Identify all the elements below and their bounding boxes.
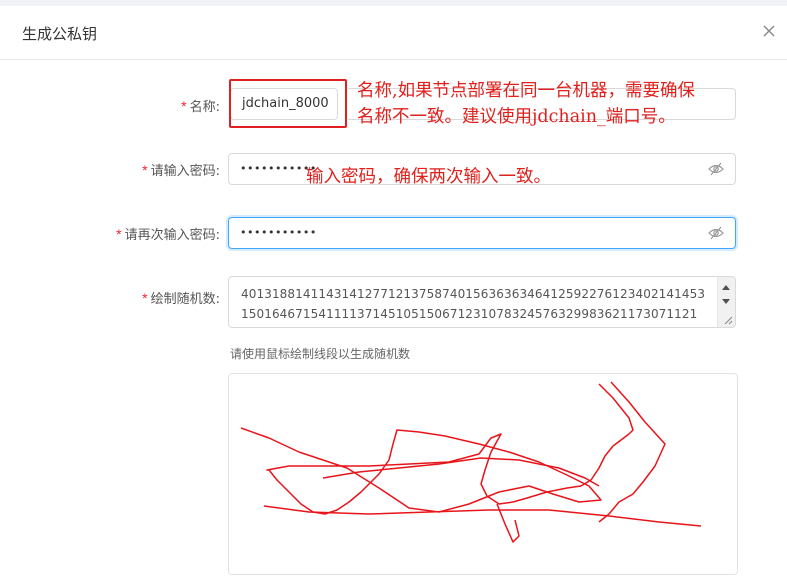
eye-invisible-icon[interactable] bbox=[708, 226, 724, 240]
resize-handle-icon[interactable] bbox=[723, 315, 733, 325]
required-mark: * bbox=[142, 290, 148, 306]
password-label-text: 请输入密码: bbox=[150, 164, 220, 179]
name-label: * 名称: bbox=[181, 96, 220, 115]
random-label: * 绘制随机数: bbox=[142, 288, 220, 307]
password-confirm-input[interactable]: ••••••••••• bbox=[228, 217, 736, 249]
dialog-header: 生成公私钥 bbox=[0, 6, 787, 60]
random-textarea[interactable]: 4013188141143141277121375874015636363464… bbox=[228, 276, 736, 328]
annotation-highlight-box bbox=[229, 79, 347, 128]
dialog-title: 生成公私钥 bbox=[22, 25, 98, 43]
password-label: * 请输入密码: bbox=[142, 160, 220, 179]
annotation-name-line2: 名称不一致。建议使用jdchain_端口号。 bbox=[357, 107, 676, 127]
scroll-up-icon[interactable] bbox=[722, 285, 730, 290]
random-label-text: 绘制随机数: bbox=[150, 292, 220, 307]
draw-hint: 请使用鼠标绘制线段以生成随机数 bbox=[230, 347, 411, 361]
annotation-name-line1: 名称,如果节点部署在同一台机器，需要确保 bbox=[357, 81, 696, 101]
drawing-canvas[interactable] bbox=[228, 373, 738, 575]
password-confirm-label-text: 请再次输入密码: bbox=[124, 228, 220, 243]
drawn-strokes bbox=[240, 381, 702, 543]
annotation-password: 输入密码，确保两次输入一致。 bbox=[306, 167, 551, 187]
eye-invisible-icon[interactable] bbox=[708, 162, 724, 176]
required-mark: * bbox=[116, 226, 122, 242]
required-mark: * bbox=[181, 98, 187, 114]
name-label-text: 名称: bbox=[189, 100, 220, 115]
password-confirm-label: * 请再次输入密码: bbox=[116, 224, 220, 243]
random-textarea-value: 4013188141143141277121375874015636363464… bbox=[241, 287, 706, 321]
required-mark: * bbox=[142, 162, 148, 178]
close-button[interactable] bbox=[759, 21, 779, 41]
scroll-down-icon[interactable] bbox=[722, 299, 730, 304]
close-icon bbox=[763, 25, 775, 37]
password-confirm-input-value: ••••••••••• bbox=[240, 226, 317, 239]
